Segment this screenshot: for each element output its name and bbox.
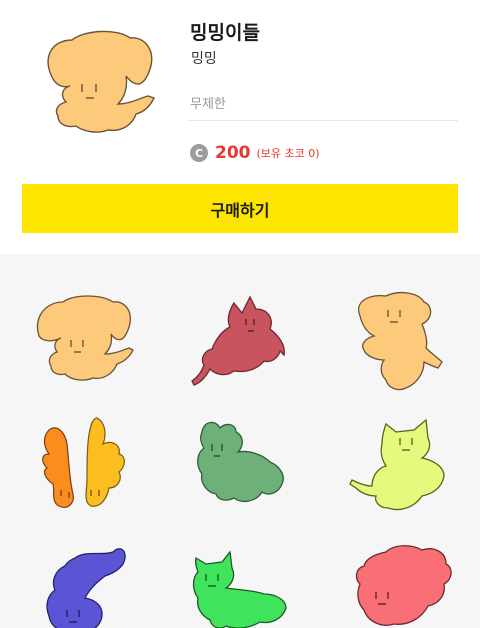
sticker-butterflies[interactable] — [25, 410, 145, 520]
author-name[interactable]: 밍밍 — [191, 48, 217, 68]
choco-coin-icon: C — [190, 144, 208, 162]
divider — [188, 120, 458, 121]
usage-period: 무제한 — [190, 97, 226, 112]
sticker-puppy-orange[interactable] — [25, 286, 145, 396]
sticker-cat-red[interactable] — [182, 289, 302, 399]
sticker-cat-green[interactable] — [182, 538, 302, 628]
main-sticker-image — [47, 30, 155, 133]
sticker-bear-pink[interactable] — [342, 538, 462, 628]
sticker-puppy-reaching[interactable] — [342, 288, 462, 398]
sticker-preview-grid — [0, 254, 480, 628]
owned-balance: (보유 초코 0) — [256, 147, 320, 160]
sticker-blue-creature[interactable] — [25, 538, 145, 628]
product-header: 밍밍이들 밍밍 무제한 C 200 (보유 초코 0) 구매하기 — [0, 0, 480, 254]
sticker-bunny-green[interactable] — [182, 412, 302, 522]
price-value: 200 — [215, 143, 251, 163]
sticker-title: 밍밍이들 — [190, 22, 260, 44]
sticker-cat-lime[interactable] — [342, 412, 462, 522]
buy-button[interactable]: 구매하기 — [22, 184, 458, 233]
price-row: C 200 (보유 초코 0) — [190, 142, 320, 164]
